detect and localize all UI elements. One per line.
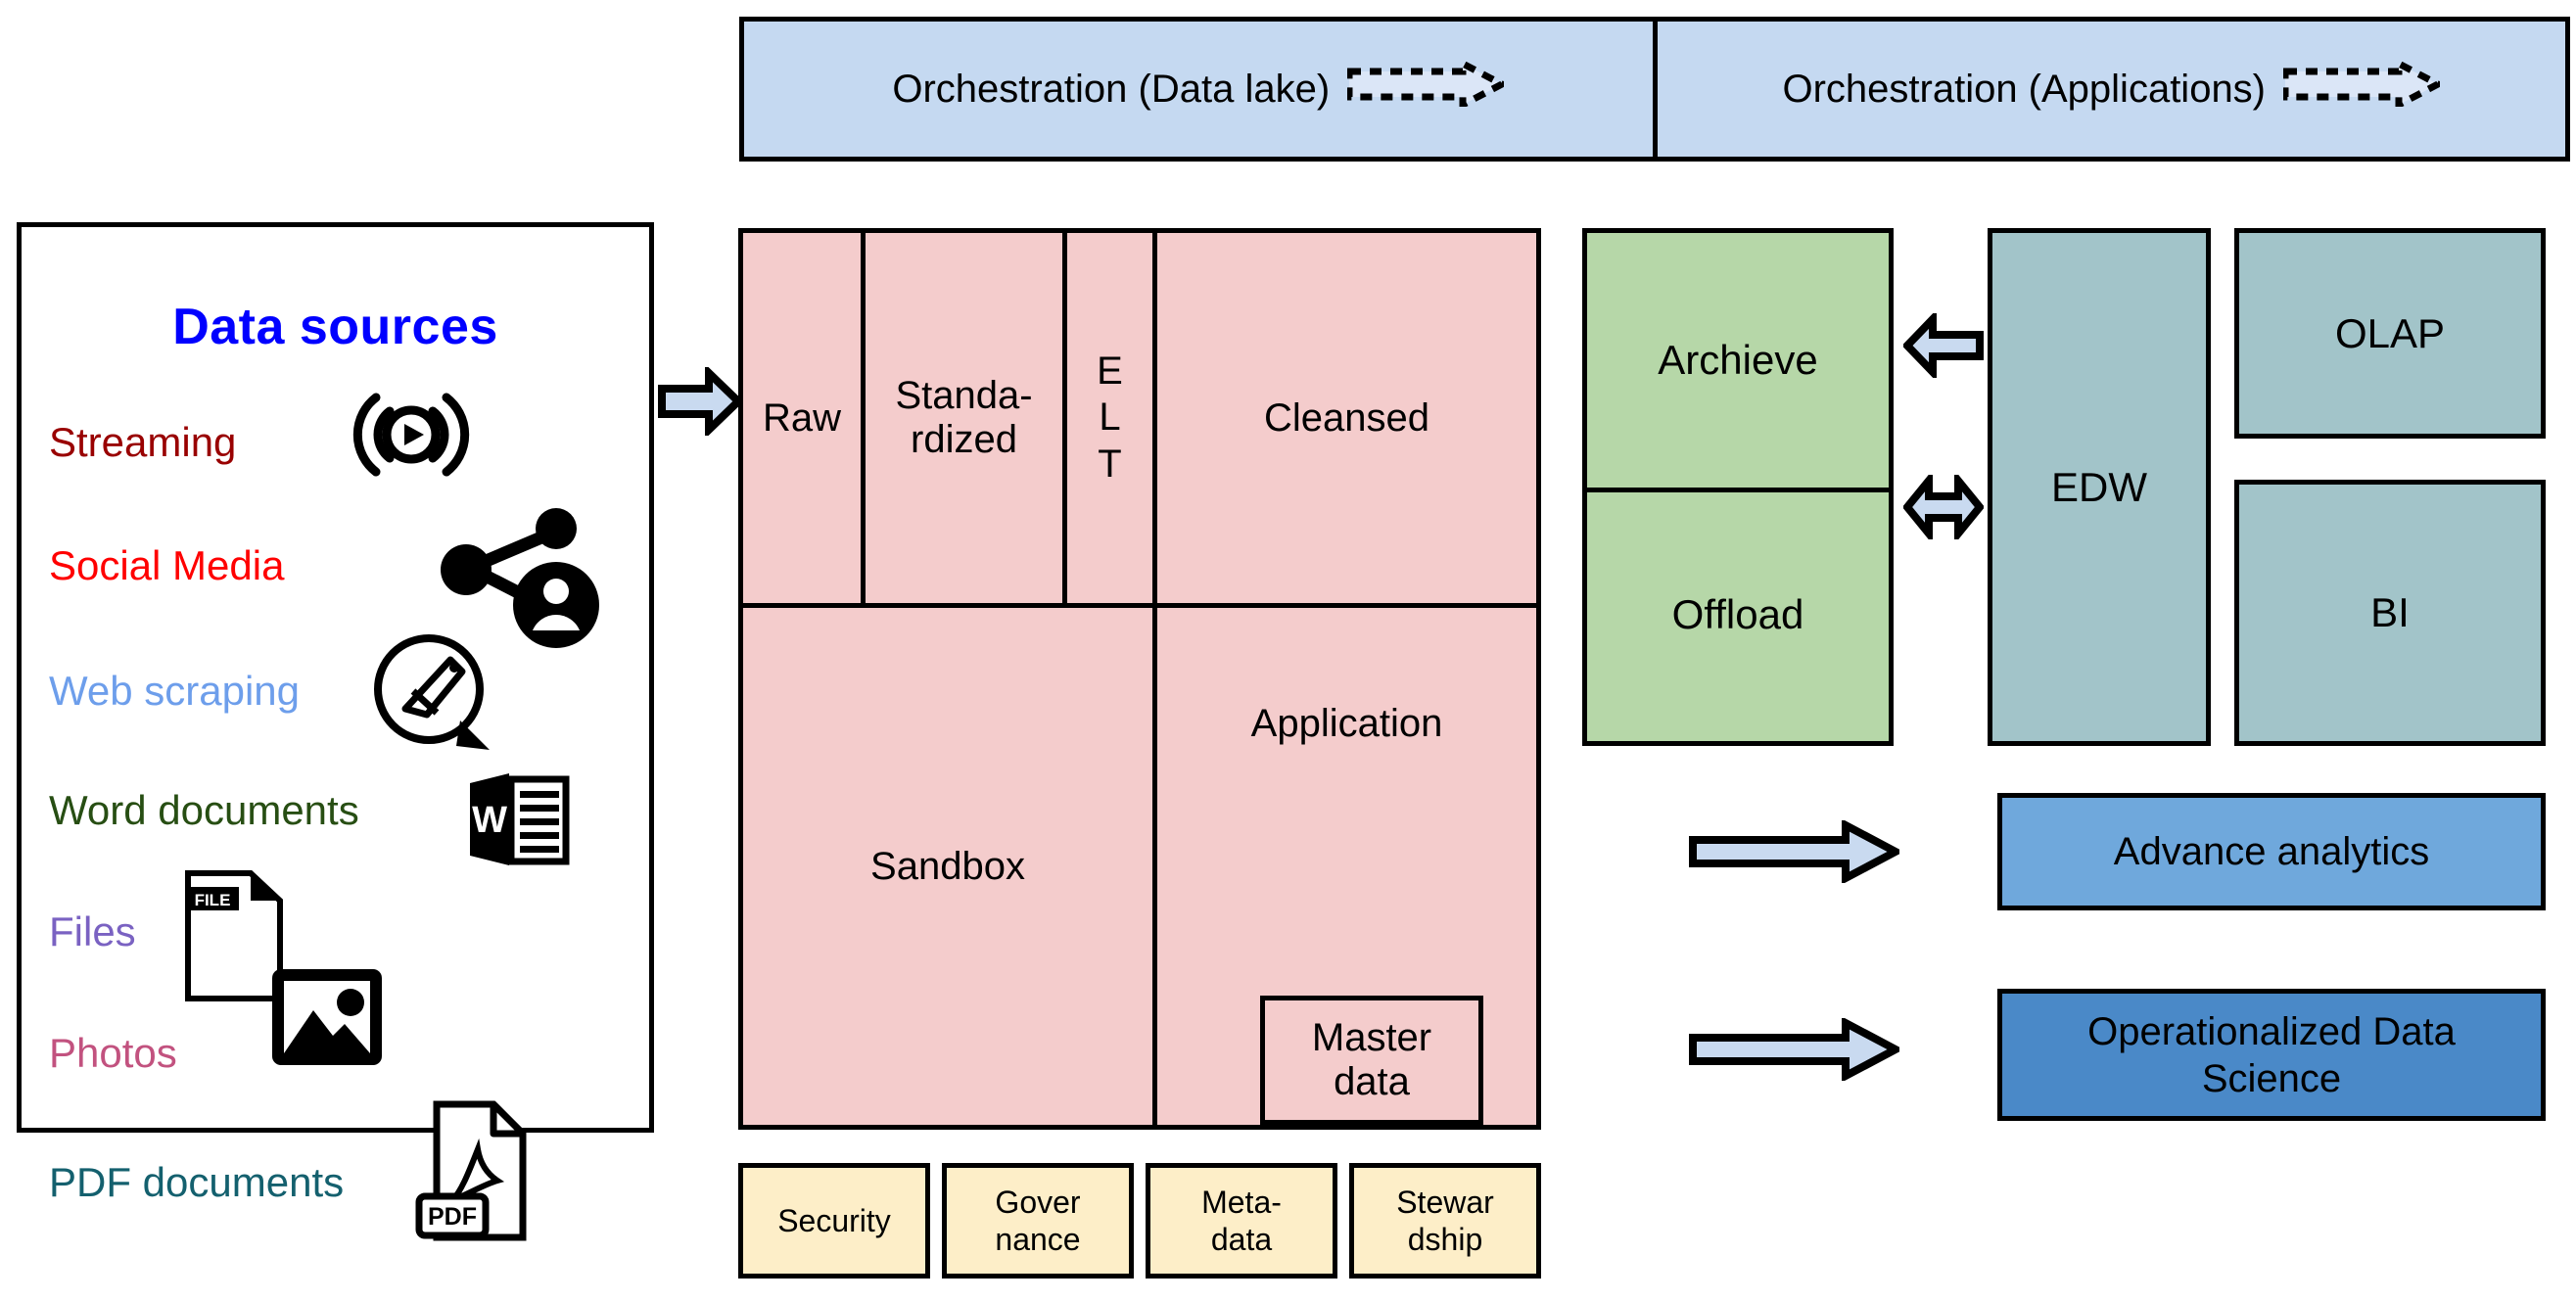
- elt-letter-l: L: [1099, 395, 1121, 440]
- bi-label: BI: [2370, 589, 2410, 635]
- data-lake-top-row: Raw Standa- rdized E L T Cleansed: [743, 233, 1536, 603]
- lake-zone-application-label: Application: [1250, 702, 1443, 745]
- orchestration-data-lake-label: Orchestration (Data lake): [892, 67, 1331, 111]
- pdf-document-icon: PDF: [413, 1098, 531, 1250]
- data-source-label-pdf-documents: PDF documents: [49, 1159, 345, 1205]
- lake-zone-cleansed-label: Cleansed: [1263, 395, 1429, 440]
- operationalized-data-science-arrow-icon: [1689, 1016, 1904, 1086]
- ingest-arrow-icon: [658, 363, 744, 441]
- advance-analytics-box[interactable]: Advance analytics: [1997, 793, 2546, 910]
- governance-box-security[interactable]: Security: [738, 1163, 930, 1279]
- advance-analytics-arrow-icon: [1689, 818, 1904, 888]
- lake-zone-raw[interactable]: Raw: [743, 233, 861, 603]
- lake-zone-sandbox[interactable]: Sandbox: [743, 608, 1152, 1125]
- data-source-label-word-documents: Word documents: [49, 787, 359, 833]
- lake-zone-sandbox-label: Sandbox: [870, 844, 1025, 888]
- edw-label: EDW: [2051, 463, 2147, 510]
- data-source-label-streaming: Streaming: [49, 419, 237, 465]
- governance-label-stewardship: Stewar dship: [1396, 1184, 1494, 1257]
- governance-box-governance[interactable]: Gover nance: [942, 1163, 1134, 1279]
- data-sources-title: Data sources: [172, 299, 498, 355]
- orchestration-bar: Orchestration (Data lake) Orchestration …: [739, 17, 2570, 162]
- data-source-item-streaming: Streaming: [49, 419, 236, 466]
- governance-label-security: Security: [777, 1202, 891, 1238]
- data-lake-bottom-row: Sandbox Application Master data: [743, 603, 1536, 1125]
- data-source-item-photos: Photos: [49, 1030, 177, 1077]
- lake-zone-application[interactable]: Application Master data: [1152, 608, 1536, 1125]
- master-data-box[interactable]: Master data: [1260, 996, 1483, 1125]
- operationalized-data-science-label: Operationalized Data Science: [2087, 1009, 2456, 1100]
- orchestration-data-lake-cell[interactable]: Orchestration (Data lake): [739, 17, 1658, 162]
- governance-box-stewardship[interactable]: Stewar dship: [1349, 1163, 1541, 1279]
- lake-zone-raw-label: Raw: [762, 395, 842, 440]
- data-source-label-photos: Photos: [49, 1030, 177, 1076]
- data-source-item-word-documents: Word documents: [49, 787, 359, 834]
- master-data-label: Master data: [1311, 1016, 1432, 1103]
- governance-strip: Security Gover nance Meta- data Stewar d…: [738, 1163, 1541, 1279]
- elt-letter-e: E: [1097, 349, 1123, 394]
- svg-text:PDF: PDF: [428, 1203, 477, 1231]
- governance-label-metadata: Meta- data: [1201, 1184, 1282, 1257]
- elt-letter-t: T: [1098, 442, 1122, 486]
- scraper-bubble-icon: [366, 630, 503, 763]
- edw-offload-bidirectional-arrow-icon: [1901, 469, 1986, 545]
- advance-analytics-label: Advance analytics: [2113, 830, 2430, 873]
- operationalized-data-science-box[interactable]: Operationalized Data Science: [1997, 989, 2546, 1121]
- photo-icon: [268, 963, 386, 1076]
- data-source-label-social-media: Social Media: [49, 542, 285, 588]
- offload-cell[interactable]: Offload: [1587, 488, 1889, 741]
- svg-text:FILE: FILE: [195, 891, 231, 909]
- data-sources-panel: Data sources Streaming Social Media Web …: [17, 222, 654, 1241]
- data-source-label-web-scraping: Web scraping: [49, 668, 301, 714]
- lake-zone-standardized[interactable]: Standa- rdized: [861, 233, 1062, 603]
- lake-zone-standardized-label: Standa- rdized: [895, 374, 1033, 461]
- offload-label: Offload: [1671, 590, 1804, 637]
- svg-text:W: W: [472, 800, 507, 841]
- orchestration-applications-cell[interactable]: Orchestration (Applications): [1657, 17, 2570, 162]
- data-lake-block: Raw Standa- rdized E L T Cleansed Sandbo…: [738, 228, 1541, 1130]
- governance-label-governance: Gover nance: [995, 1184, 1081, 1257]
- governance-box-metadata[interactable]: Meta- data: [1146, 1163, 1337, 1279]
- orchestration-applications-label: Orchestration (Applications): [1782, 67, 2267, 111]
- data-source-label-files: Files: [49, 908, 136, 954]
- dashed-arrow-icon: [1345, 58, 1510, 116]
- olap-label: OLAP: [2334, 309, 2446, 356]
- archive-offload-block: Archieve Offload: [1582, 228, 1894, 746]
- bi-box[interactable]: BI: [2234, 480, 2546, 746]
- lake-zone-elt[interactable]: E L T: [1062, 233, 1152, 603]
- data-source-item-pdf-documents: PDF documents: [49, 1159, 344, 1206]
- olap-box[interactable]: OLAP: [2234, 228, 2546, 439]
- edw-to-archieve-arrow-icon: [1901, 309, 1984, 383]
- data-source-item-social-media: Social Media: [49, 542, 284, 589]
- dashed-arrow-icon: [2281, 58, 2446, 116]
- broadcast-stream-icon: [333, 376, 490, 498]
- data-source-item-files: Files: [49, 908, 136, 955]
- lake-zone-elt-label: E L T: [1097, 349, 1123, 488]
- data-source-item-web-scraping: Web scraping: [49, 668, 300, 715]
- archieve-cell[interactable]: Archieve: [1587, 233, 1889, 492]
- edw-box[interactable]: EDW: [1988, 228, 2211, 746]
- archieve-label: Archieve: [1658, 337, 1818, 383]
- lake-zone-cleansed[interactable]: Cleansed: [1152, 233, 1536, 603]
- word-document-icon: W: [464, 766, 572, 878]
